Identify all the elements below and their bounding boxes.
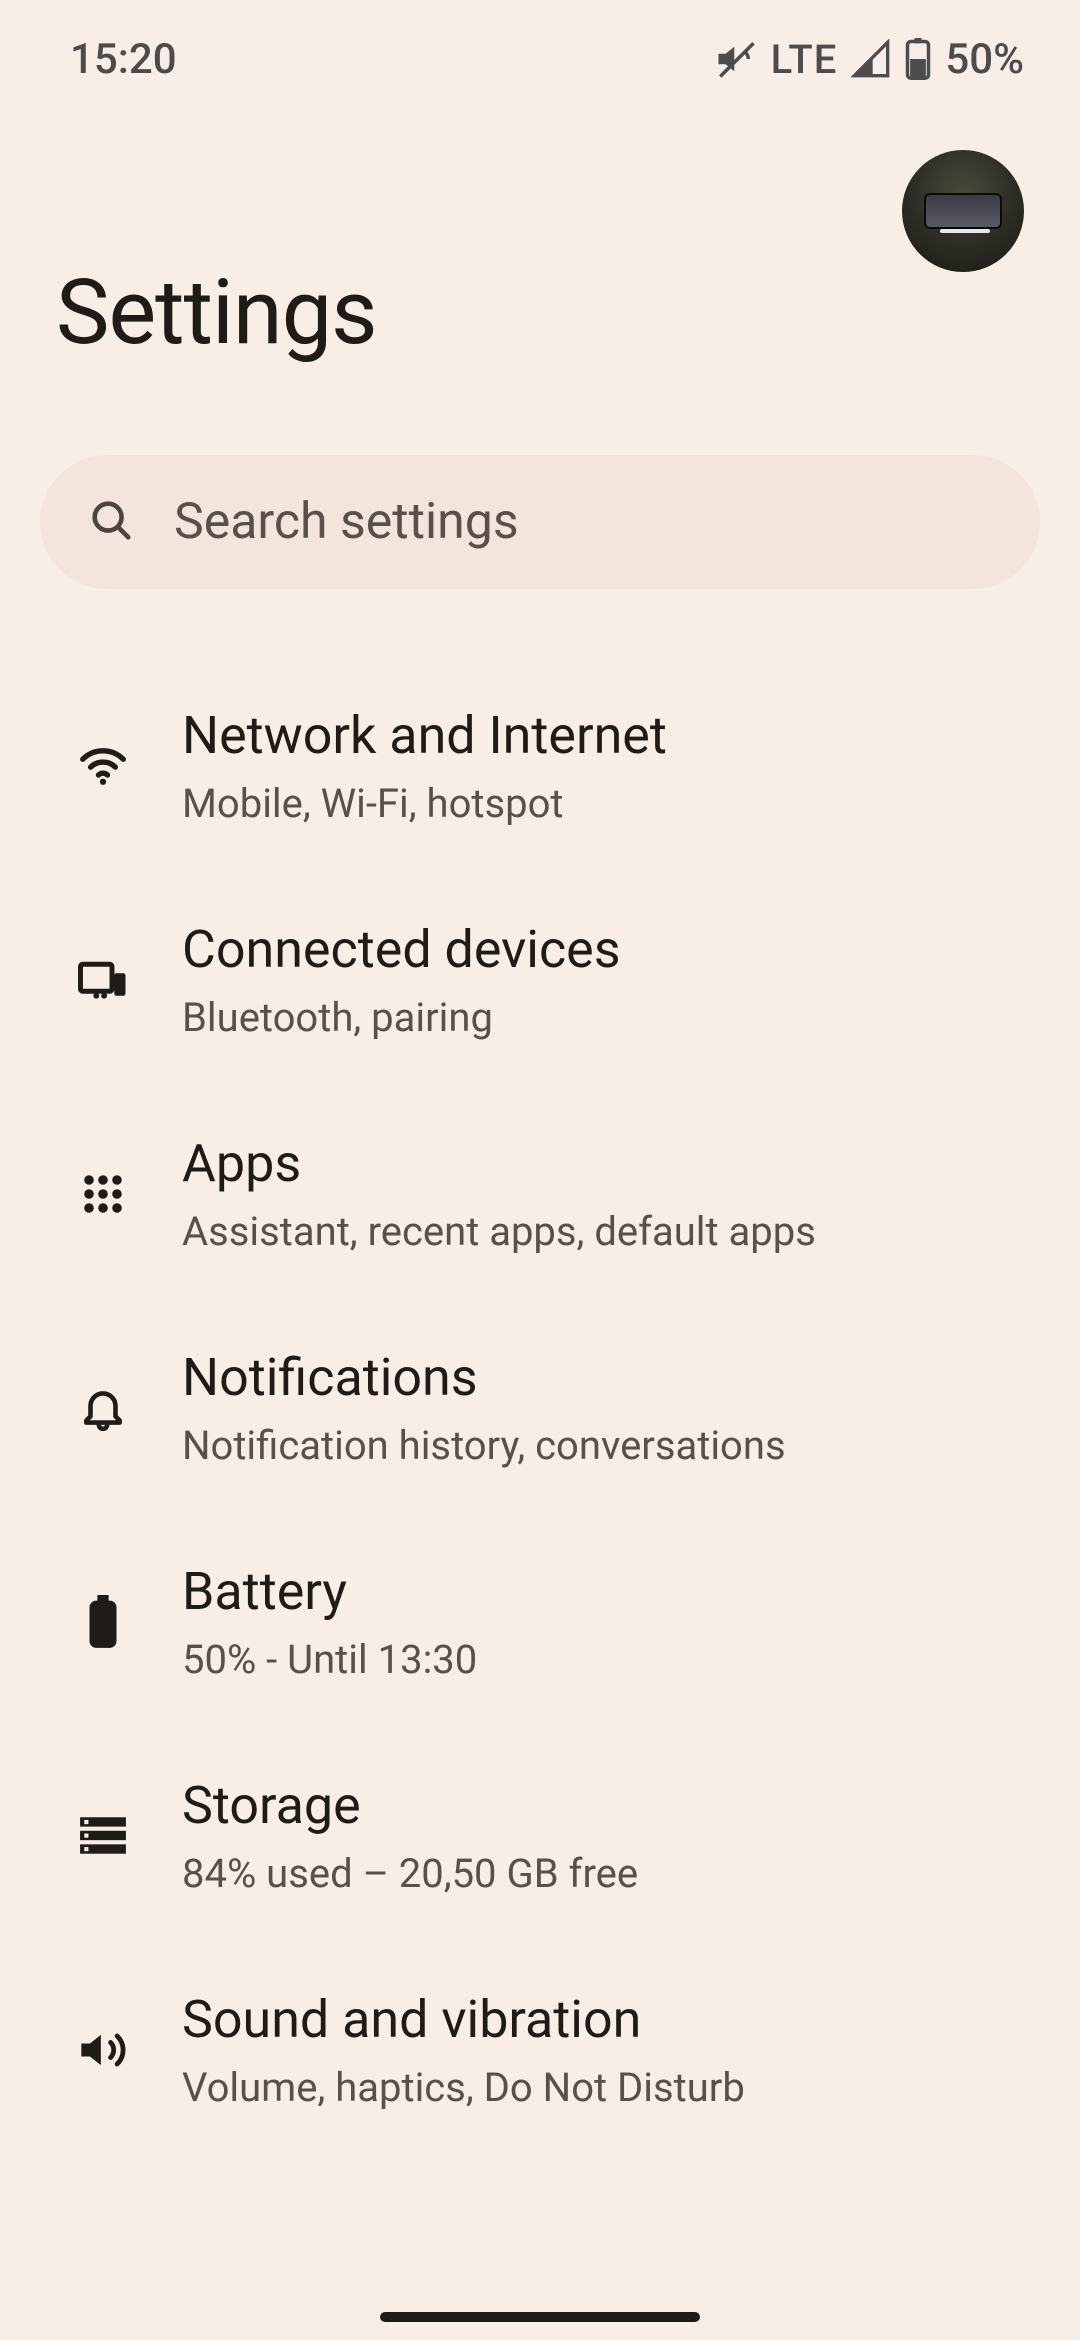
item-subtitle: Mobile, Wi-Fi, hotspot <box>182 780 667 827</box>
devices-icon <box>76 953 130 1007</box>
bell-icon <box>76 1381 130 1435</box>
item-connected-devices[interactable]: Connected devices Bluetooth, pairing <box>0 873 1080 1087</box>
status-right: LTE 50% <box>715 35 1024 84</box>
header: Settings <box>0 90 1080 365</box>
item-storage[interactable]: Storage 84% used – 20,50 GB free <box>0 1729 1080 1943</box>
apps-icon <box>76 1167 130 1221</box>
search-settings[interactable]: Search settings <box>40 455 1040 589</box>
status-time: 15:20 <box>70 35 177 84</box>
item-title: Network and Internet <box>182 705 667 766</box>
volume-icon <box>76 2023 130 2077</box>
settings-list: Network and Internet Mobile, Wi-Fi, hots… <box>0 629 1080 2157</box>
nav-indicator <box>380 2312 700 2322</box>
storage-icon <box>76 1809 130 1863</box>
item-title: Battery <box>182 1561 477 1622</box>
item-subtitle: Volume, haptics, Do Not Disturb <box>182 2064 745 2111</box>
item-title: Connected devices <box>182 919 621 980</box>
item-title: Notifications <box>182 1347 786 1408</box>
profile-avatar[interactable] <box>902 150 1024 272</box>
item-subtitle: Assistant, recent apps, default apps <box>182 1208 816 1255</box>
item-notifications[interactable]: Notifications Notification history, conv… <box>0 1301 1080 1515</box>
signal-icon <box>851 39 891 79</box>
search-icon <box>88 497 134 547</box>
item-title: Apps <box>182 1133 816 1194</box>
item-title: Storage <box>182 1775 638 1836</box>
item-apps[interactable]: Apps Assistant, recent apps, default app… <box>0 1087 1080 1301</box>
search-placeholder: Search settings <box>174 493 519 551</box>
item-subtitle: Notification history, conversations <box>182 1422 786 1469</box>
item-subtitle: Bluetooth, pairing <box>182 994 621 1041</box>
item-subtitle: 84% used – 20,50 GB free <box>182 1850 638 1897</box>
mute-icon <box>715 38 757 80</box>
status-bar: 15:20 LTE 50% <box>0 0 1080 90</box>
battery-icon <box>76 1595 130 1649</box>
battery-percent: 50% <box>945 35 1024 84</box>
page-title: Settings <box>56 260 1024 365</box>
item-network-internet[interactable]: Network and Internet Mobile, Wi-Fi, hots… <box>0 659 1080 873</box>
wifi-icon <box>76 739 130 793</box>
item-subtitle: 50% - Until 13:30 <box>182 1636 477 1683</box>
item-title: Sound and vibration <box>182 1989 745 2050</box>
item-battery[interactable]: Battery 50% - Until 13:30 <box>0 1515 1080 1729</box>
battery-status-icon <box>905 38 931 80</box>
item-sound-vibration[interactable]: Sound and vibration Volume, haptics, Do … <box>0 1943 1080 2157</box>
network-type: LTE <box>771 36 838 83</box>
